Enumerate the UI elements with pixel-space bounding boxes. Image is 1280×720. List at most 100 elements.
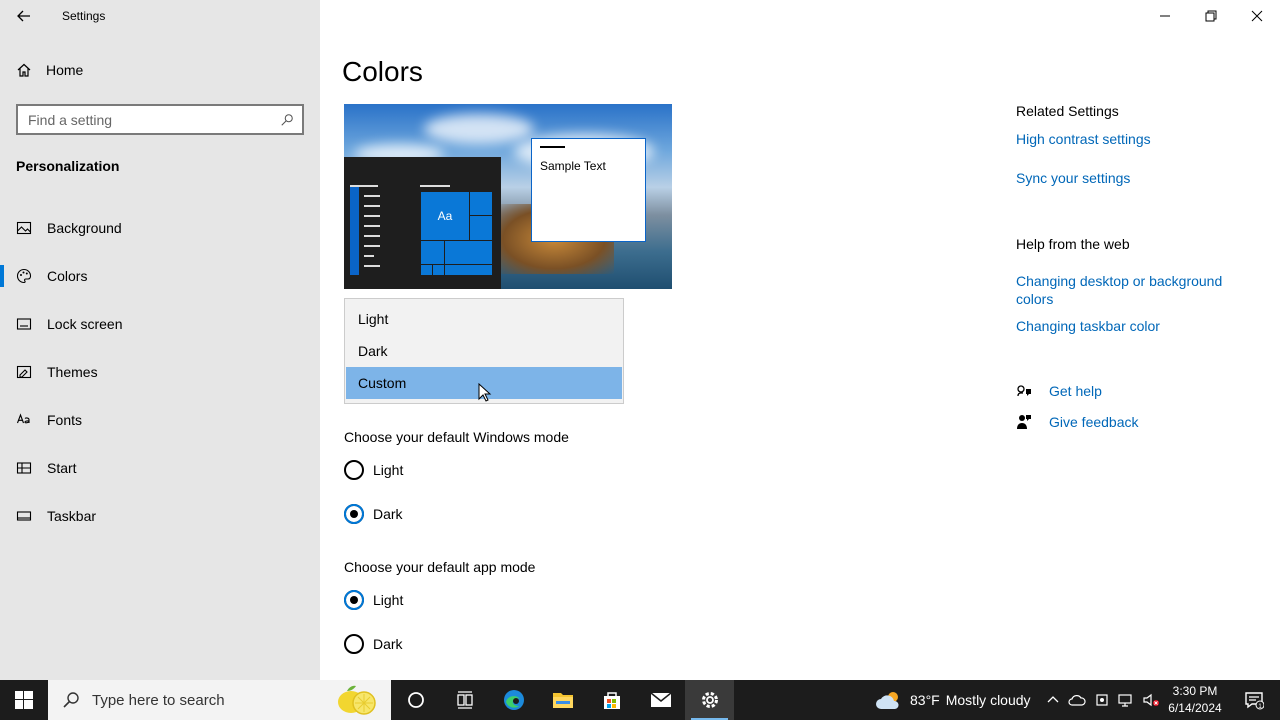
radio-button-checked[interactable] <box>344 590 364 610</box>
sidebar-item-label: Fonts <box>47 412 83 428</box>
dropdown-option-dark[interactable]: Dark <box>346 335 622 367</box>
close-icon <box>1251 10 1263 22</box>
help-link-desktop-colors[interactable]: Changing desktop or background colors <box>1016 272 1246 308</box>
feedback-icon <box>1017 415 1031 429</box>
sidebar-item-themes[interactable]: Themes <box>0 348 320 396</box>
clock-time: 3:30 PM <box>1172 684 1218 698</box>
task-view-button[interactable] <box>440 680 489 720</box>
app-mode-label: Choose your default app mode <box>344 559 536 575</box>
volume-muted-icon[interactable] <box>1142 692 1160 708</box>
radio-button[interactable] <box>344 460 364 480</box>
taskbar-mail[interactable] <box>636 680 685 720</box>
cortana-button[interactable] <box>391 680 440 720</box>
sidebar-item-label: Themes <box>47 364 98 380</box>
notification-icon: 1 <box>1245 692 1264 710</box>
weather-widget[interactable]: 83°F Mostly cloudy <box>876 680 1031 720</box>
onedrive-icon[interactable] <box>1068 693 1086 707</box>
settings-window: Settings Home Personalization Background… <box>0 0 1280 680</box>
lock-screen-icon <box>16 318 32 330</box>
high-contrast-link[interactable]: High contrast settings <box>1016 130 1151 148</box>
preview-start-menu: Aa <box>344 157 501 289</box>
radio-label: Dark <box>373 506 403 522</box>
preview-accent-strip <box>350 187 359 275</box>
brush-icon <box>16 365 32 379</box>
preview-window-bar <box>540 146 565 148</box>
taskbar-file-explorer[interactable] <box>538 680 587 720</box>
taskbar: Type here to search 83°F Mostly cloudy 3… <box>0 680 1280 720</box>
preview-cloud <box>424 114 534 144</box>
taskbar-store[interactable] <box>587 680 636 720</box>
clock-date: 6/14/2024 <box>1168 701 1222 715</box>
preview-sample-text: Sample Text <box>540 159 606 173</box>
preview-tile-large: Aa <box>420 191 470 241</box>
get-help-link[interactable]: Get help <box>1016 383 1102 399</box>
windows-mode-dark-radio[interactable]: Dark <box>344 504 403 524</box>
home-nav-item[interactable]: Home <box>16 62 83 78</box>
settings-search-input[interactable] <box>28 111 280 128</box>
taskbar-icon <box>16 511 32 521</box>
get-help-icon <box>1017 385 1031 397</box>
sidebar-item-background[interactable]: Background <box>0 204 320 252</box>
preview-line <box>364 255 374 257</box>
sidebar-item-colors[interactable]: Colors <box>0 252 320 300</box>
sidebar-item-fonts[interactable]: Fonts <box>0 396 320 444</box>
preview-tile <box>444 240 493 265</box>
give-feedback-label: Give feedback <box>1049 414 1139 430</box>
sidebar-item-start[interactable]: Start <box>0 444 320 492</box>
preview-line <box>364 215 380 217</box>
related-settings-heading: Related Settings <box>1016 103 1119 119</box>
sidebar-item-lock-screen[interactable]: Lock screen <box>0 300 320 348</box>
mail-icon <box>650 692 671 707</box>
sync-settings-link[interactable]: Sync your settings <box>1016 169 1130 187</box>
action-center-button[interactable]: 1 <box>1234 680 1274 720</box>
taskbar-search-box[interactable]: Type here to search <box>48 680 391 720</box>
app-mode-dark-radio[interactable]: Dark <box>344 634 403 654</box>
edge-icon <box>503 690 524 710</box>
sidebar-nav: Background Colors Lock screen Themes Fon… <box>0 204 320 540</box>
restore-button[interactable] <box>1188 0 1234 32</box>
network-icon[interactable] <box>1118 692 1134 708</box>
preview-tile <box>420 240 445 265</box>
preview-line <box>364 225 380 227</box>
close-button[interactable] <box>1234 0 1280 32</box>
back-arrow-icon <box>17 10 30 22</box>
preview-line <box>350 185 378 187</box>
preview-tile <box>444 264 493 276</box>
lemon-icon <box>338 685 376 715</box>
restore-icon <box>1205 10 1217 22</box>
windows-mode-light-radio[interactable]: Light <box>344 460 403 480</box>
dropdown-option-light[interactable]: Light <box>346 303 622 335</box>
preview-line <box>364 205 380 207</box>
preview-line <box>364 195 380 197</box>
sidebar-item-label: Start <box>47 460 77 476</box>
windows-mode-label: Choose your default Windows mode <box>344 429 569 445</box>
back-button[interactable] <box>10 4 38 28</box>
help-link-taskbar-color[interactable]: Changing taskbar color <box>1016 317 1160 335</box>
device-icon[interactable] <box>1094 692 1110 708</box>
start-button[interactable] <box>0 680 48 720</box>
get-help-label: Get help <box>1049 383 1102 399</box>
sidebar-item-taskbar[interactable]: Taskbar <box>0 492 320 540</box>
color-preview: Aa Sample Text <box>344 104 672 289</box>
gear-icon <box>701 692 718 708</box>
app-mode-light-radio[interactable]: Light <box>344 590 403 610</box>
settings-search-box[interactable] <box>16 104 304 135</box>
preview-line <box>364 245 380 247</box>
radio-button[interactable] <box>344 634 364 654</box>
radio-button-checked[interactable] <box>344 504 364 524</box>
sidebar-item-label: Taskbar <box>47 508 97 524</box>
taskbar-settings[interactable] <box>685 680 734 720</box>
font-icon <box>16 413 30 424</box>
store-icon <box>603 692 620 709</box>
clock[interactable]: 3:30 PM 6/14/2024 <box>1162 683 1228 717</box>
system-tray <box>1046 680 1160 720</box>
taskbar-edge[interactable] <box>489 680 538 720</box>
section-heading: Personalization <box>16 158 120 174</box>
give-feedback-link[interactable]: Give feedback <box>1016 414 1139 430</box>
window-title: Settings <box>62 9 106 23</box>
preview-line <box>364 235 380 237</box>
chevron-up-icon[interactable] <box>1046 693 1060 707</box>
search-icon <box>281 113 293 126</box>
minimize-button[interactable] <box>1142 0 1188 32</box>
preview-line <box>420 185 450 187</box>
